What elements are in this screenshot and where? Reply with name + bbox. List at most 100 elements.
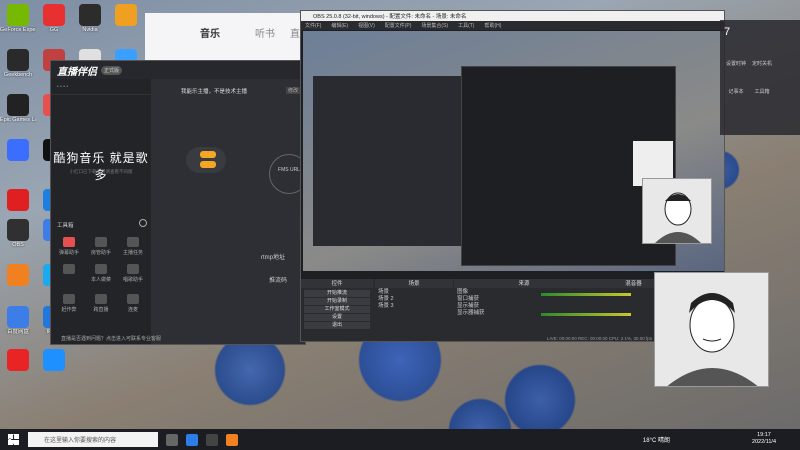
clock[interactable]: 19:17 2022/11/4 [752, 432, 776, 446]
stream-header: 我能乐主播，不是技术主播 [181, 89, 248, 95]
desktop-icon[interactable] [36, 349, 72, 372]
obs-statusbar: LIVE: 00:00:00 REC: 00:00:00 CPU: 2.1%, … [547, 336, 653, 341]
edge-icon[interactable] [186, 433, 198, 446]
app-icon [43, 4, 65, 26]
obs-control-button[interactable]: 开始推流 [304, 290, 370, 297]
calendar-shortcut[interactable]: 记事本 [724, 88, 748, 95]
tool-item[interactable]: 连麦 [119, 294, 147, 313]
scene-panel: • • • • 酷狗音乐 就是歌多 小红口已下载应用请查看不同版 工具箱 弹幕助… [51, 79, 151, 344]
clock-time: 19:17 [757, 432, 771, 438]
tab-music[interactable]: 音乐 [200, 25, 220, 40]
tab-live[interactable]: 直 [290, 25, 300, 40]
tool-icon [95, 264, 107, 274]
scene-subtitle: 小红口已下载应用请查看不同版 [69, 169, 133, 174]
tool-item[interactable]: 唱歌助手 [119, 264, 147, 283]
desktop-icon[interactable]: GeForce Experience [0, 4, 36, 33]
calendar-shortcut[interactable]: 定时关机 [750, 60, 774, 67]
tool-item[interactable] [55, 264, 83, 276]
desktop-icon-label: GG [49, 27, 59, 33]
controls-dock-header: 控件 [301, 279, 373, 288]
edit-button[interactable]: 修改 [286, 87, 301, 94]
stream-toggle-group[interactable] [186, 147, 226, 173]
app-icon [7, 4, 29, 26]
obs-source-item[interactable]: 图像 [454, 289, 539, 296]
start-icon[interactable] [8, 434, 19, 445]
desktop-icon[interactable] [0, 139, 36, 162]
desktop-icon[interactable]: 百度网盘 [0, 306, 36, 335]
desktop-icon[interactable]: Nvidia [72, 4, 108, 33]
tool-icon [63, 294, 75, 304]
obs-control-button[interactable]: 工作室模式 [304, 306, 370, 313]
desktop-icon[interactable] [0, 349, 36, 372]
obs-menu-item[interactable]: 视图(V) [358, 22, 375, 29]
tool-label: 赶作弊 [61, 307, 77, 313]
obs-taskbar-icon[interactable] [206, 433, 218, 446]
desktop-icon[interactable] [0, 264, 36, 287]
app-icon [7, 349, 29, 371]
desktop-icon-label: GeForce Experience [0, 27, 36, 33]
calendar-shortcut[interactable]: 工具箱 [750, 88, 774, 95]
tool-item[interactable]: 跨直播 [87, 294, 115, 313]
app-icon [7, 139, 29, 161]
desktop-icon[interactable]: Geekbench [0, 49, 36, 78]
desktop-icon[interactable] [0, 189, 36, 212]
tool-item[interactable]: 房管助手 [87, 237, 115, 256]
weather-widget[interactable]: 18°C 晴朗 [643, 435, 670, 444]
livestream-titlebar: 直播伴侣 正式版 [51, 61, 305, 79]
scene-tabs[interactable]: • • • • [51, 79, 151, 95]
obs-scene-item[interactable]: 场景 2 [375, 296, 453, 303]
obs-scene-item[interactable]: 场景 [375, 289, 453, 296]
tool-icon [95, 237, 107, 247]
calendar-shortcut[interactable]: 设置时钟 [724, 60, 748, 67]
obs-menu-item[interactable]: 工具(T) [458, 22, 474, 29]
desktop-icon[interactable]: Epic Games Launcher [0, 94, 36, 123]
obs-menu-item[interactable]: 文件(F) [305, 22, 321, 29]
tool-label: 本人做菜 [90, 277, 111, 283]
app-icon [7, 264, 29, 286]
obs-control-button[interactable]: 退出 [304, 322, 370, 329]
toolbox-settings-icon[interactable] [139, 219, 147, 227]
search-input[interactable]: 在这里输入你要搜索的内容 [28, 432, 158, 447]
tool-item[interactable]: 弹幕助手 [55, 237, 83, 256]
tool-icon [127, 264, 139, 274]
tool-icon [63, 237, 75, 247]
desktop-icon[interactable] [108, 4, 144, 27]
tool-label: 主播任务 [122, 250, 143, 256]
obs-menu-item[interactable]: 帮助(H) [484, 22, 501, 29]
webcam-large [654, 272, 769, 387]
livestream-app-window: 直播伴侣 正式版 • • • • 酷狗音乐 就是歌多 小红口已下载应用请查看不同… [50, 60, 306, 345]
folder-icon[interactable] [226, 433, 238, 446]
desktop-icon[interactable]: GG [36, 4, 72, 33]
support-note[interactable]: 直播是否遇到问题？点击进入可联系专业客服 [61, 335, 161, 342]
obs-menu-item[interactable]: 配置文件(P) [385, 22, 412, 29]
obs-control-button[interactable]: 开始录制 [304, 298, 370, 305]
obs-source-item[interactable]: 显示器捕获 [454, 310, 539, 317]
desktop-icon[interactable]: OBS [0, 219, 36, 248]
tool-item[interactable]: 主播任务 [119, 237, 147, 256]
desktop-icon-label: OBS [12, 242, 24, 248]
obs-menu-item[interactable]: 编辑(E) [331, 22, 348, 29]
obs-source-item[interactable]: 显示捕获 [454, 303, 539, 310]
tab-audiobook[interactable]: 听书 [255, 25, 275, 40]
taskbar: 在这里输入你要搜索的内容 18°C 晴朗 19:17 2022/11/4 [0, 429, 800, 450]
task-view-icon[interactable] [166, 433, 178, 446]
obs-control-button[interactable]: 设置 [304, 314, 370, 321]
record-toggle[interactable] [200, 161, 216, 168]
app-icon [115, 4, 137, 26]
desktop-icon-label: Epic Games Launcher [0, 117, 36, 123]
audio-meter-desktop [541, 293, 631, 296]
obs-menu-item[interactable]: 场景集合(S) [421, 22, 448, 29]
obs-source-item[interactable]: 窗口捕获 [454, 296, 539, 303]
obs-scene-item[interactable]: 场景 3 [375, 303, 453, 310]
app-icon [7, 306, 29, 328]
rtmp-label: rtmp地址 [261, 255, 286, 261]
calendar-day: 7 [724, 26, 731, 38]
music-window: 音乐 听书 直 [145, 13, 305, 63]
stream-settings-panel: 我能乐主播，不是技术主播 修改 FMS URL rtmp地址 推流码 [151, 79, 305, 344]
tool-label: 唱歌助手 [122, 277, 143, 283]
tool-item[interactable]: 本人做菜 [87, 264, 115, 283]
obs-title: OBS 25.0.8 (32-bit, windows) - 配置文件: 未命名… [301, 11, 724, 21]
start-toggle[interactable] [200, 151, 216, 158]
tool-label: 弹幕助手 [58, 250, 79, 256]
tool-item[interactable]: 赶作弊 [55, 294, 83, 313]
